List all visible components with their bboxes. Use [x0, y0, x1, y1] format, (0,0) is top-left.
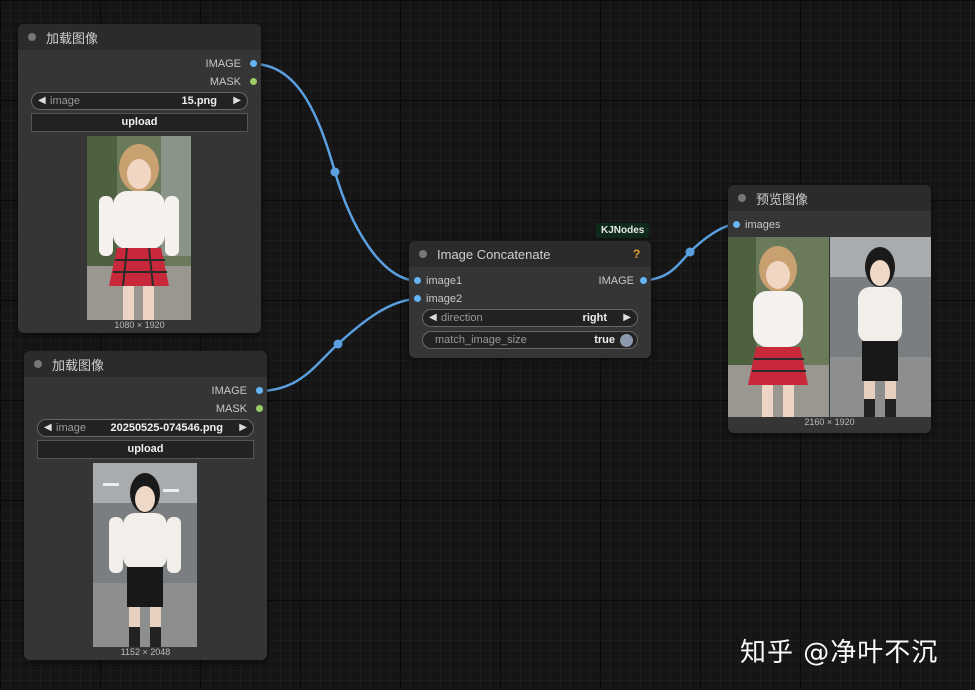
output-mask-port[interactable]: [256, 405, 263, 412]
output-mask-label: MASK: [209, 76, 241, 88]
toggle-knob-icon[interactable]: [620, 334, 633, 347]
arrow-left-icon[interactable]: ◀: [429, 312, 437, 323]
watermark-text: 知乎 @净叶不沉: [740, 638, 939, 668]
image-preview-thumbnail: [93, 463, 197, 647]
collapse-dot-icon[interactable]: [34, 360, 42, 368]
node-title: Image Concatenate: [437, 246, 551, 262]
image-size-label: 1152 × 2048: [120, 647, 171, 657]
node-title-bar[interactable]: 加载图像: [24, 351, 267, 377]
input-images-label: images: [745, 219, 781, 231]
concatenated-preview-image: [728, 237, 931, 417]
image-combo[interactable]: ◀ image 15.png ▶: [31, 92, 248, 110]
image-combo-label: image: [56, 422, 86, 434]
wire-midpoint-dot[interactable]: [330, 167, 340, 177]
load-image-node-2[interactable]: 加载图像 IMAGE MASK ◀ image 20250525-074546.…: [24, 351, 267, 660]
output-image-port[interactable]: [256, 387, 263, 394]
node-title-bar[interactable]: 加载图像: [18, 24, 261, 50]
output-image-label: IMAGE: [211, 385, 247, 397]
direction-label: direction: [441, 312, 483, 324]
match-image-size-label: match_image_size: [435, 334, 527, 346]
match-image-size-value: true: [594, 334, 615, 346]
wire-midpoint-dot[interactable]: [685, 247, 695, 257]
girl-plaid-skirt-image: [87, 136, 191, 320]
preview-image-node[interactable]: 预览图像 images 2160 × 1920: [728, 185, 931, 433]
load-image-node-1[interactable]: 加载图像 IMAGE MASK ◀ image 15.png ▶ upload: [18, 24, 261, 333]
node-title: 预览图像: [756, 191, 809, 207]
collapse-dot-icon[interactable]: [28, 33, 36, 41]
kjnodes-badge: KJNodes: [596, 223, 650, 238]
node-title: 加载图像: [46, 30, 99, 46]
image-combo[interactable]: ◀ image 20250525-074546.png ▶: [37, 419, 254, 437]
image-size-label: 1080 × 1920: [114, 320, 165, 330]
output-image-port[interactable]: [640, 277, 647, 284]
direction-value: right: [582, 312, 607, 324]
direction-combo[interactable]: ◀ direction right ▶: [422, 309, 638, 327]
input-image2-label: image2: [426, 293, 463, 305]
output-image-port[interactable]: [250, 60, 257, 67]
output-mask-port[interactable]: [250, 78, 257, 85]
image-combo-value: 15.png: [181, 95, 217, 107]
image-concatenate-node[interactable]: Image Concatenate ? image1 image2 IMAGE …: [409, 241, 651, 358]
image-size-label: 2160 × 1920: [804, 417, 855, 427]
node-title-bar[interactable]: 预览图像: [728, 185, 931, 211]
input-image1-label: image1: [426, 275, 463, 287]
girl-parking-garage-image: [93, 463, 197, 647]
input-image2-port[interactable]: [414, 295, 421, 302]
help-icon[interactable]: ?: [633, 247, 640, 261]
node-title-bar[interactable]: Image Concatenate: [409, 241, 651, 267]
arrow-right-icon[interactable]: ▶: [239, 422, 247, 433]
output-mask-label: MASK: [215, 403, 247, 415]
collapse-dot-icon[interactable]: [738, 194, 746, 202]
wire-midpoint-dot[interactable]: [333, 339, 343, 349]
image-combo-value: 20250525-074546.png: [110, 422, 223, 434]
output-image-label: IMAGE: [598, 275, 634, 287]
output-image-label: IMAGE: [205, 58, 241, 70]
arrow-left-icon[interactable]: ◀: [38, 95, 46, 106]
upload-button[interactable]: upload: [37, 440, 254, 459]
input-images-port[interactable]: [733, 221, 740, 228]
collapse-dot-icon[interactable]: [419, 250, 427, 258]
arrow-right-icon[interactable]: ▶: [233, 95, 241, 106]
concatenated-image: [728, 237, 931, 417]
match-image-size-toggle[interactable]: match_image_size true: [422, 331, 638, 349]
arrow-right-icon[interactable]: ▶: [623, 312, 631, 323]
image-preview-thumbnail: [87, 136, 191, 320]
image-combo-label: image: [50, 95, 80, 107]
upload-button[interactable]: upload: [31, 113, 248, 132]
node-title: 加载图像: [52, 357, 105, 373]
input-image1-port[interactable]: [414, 277, 421, 284]
arrow-left-icon[interactable]: ◀: [44, 422, 52, 433]
